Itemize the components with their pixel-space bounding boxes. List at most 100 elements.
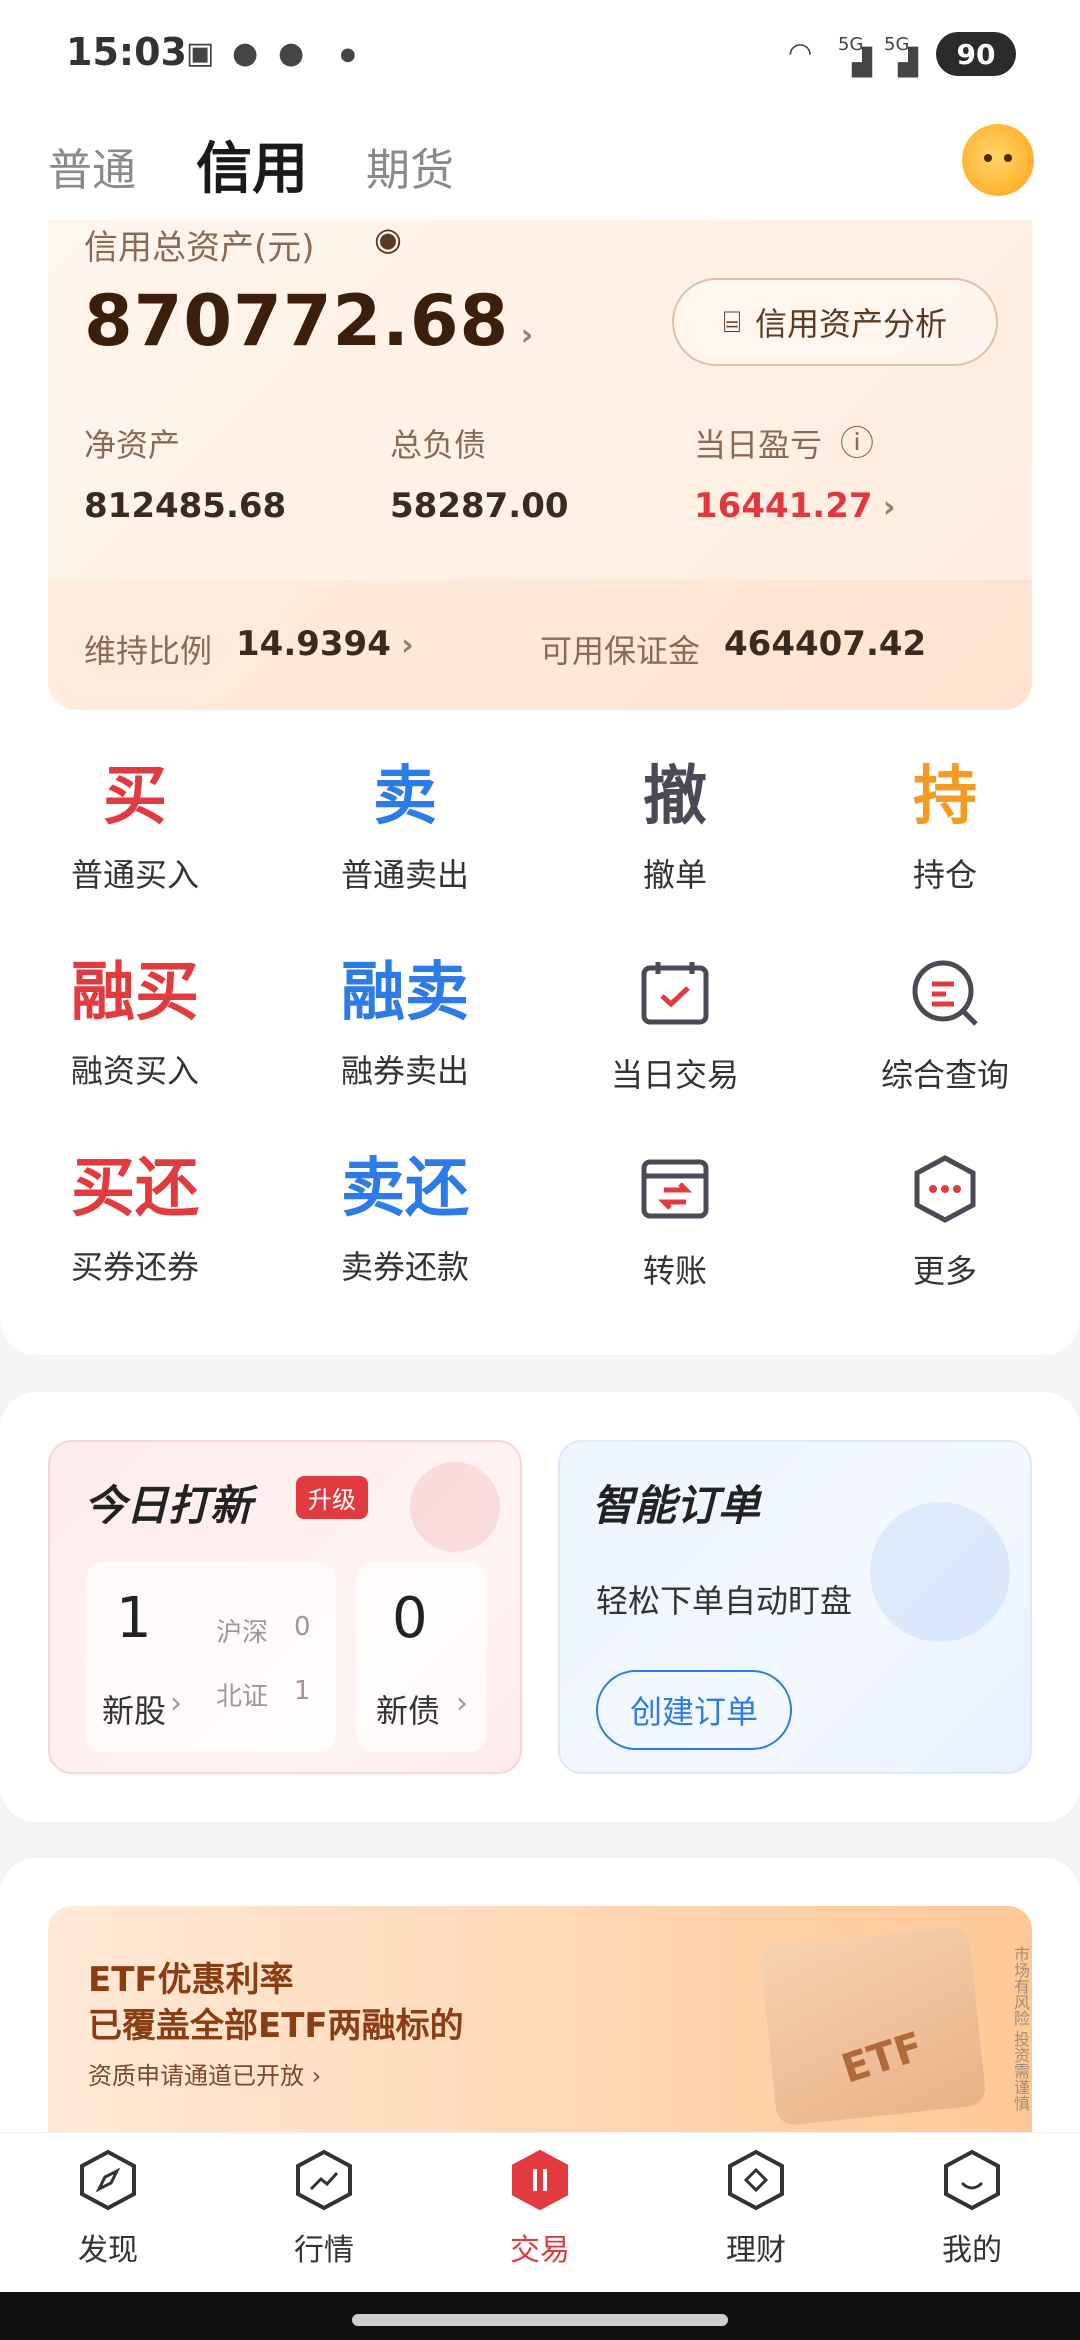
action-transfer[interactable]: 转账 — [540, 1144, 810, 1324]
etf-promo-banner[interactable]: ETF优惠利率 已覆盖全部ETF两融标的 资质申请通道已开放 › ETF 市场有… — [48, 1906, 1032, 2132]
nav-label: 理财 — [726, 2233, 786, 2268]
holdings-glyph: 持 — [913, 760, 977, 834]
risk-disclaimer: 市场有风险 投资需谨慎 — [1011, 1946, 1030, 2112]
nav-label: 发现 — [78, 2233, 138, 2268]
transfer-icon — [641, 1159, 709, 1219]
action-normal-sell[interactable]: 卖 普通卖出 — [270, 752, 540, 932]
action-query[interactable]: 综合查询 — [810, 948, 1080, 1128]
total-assets-value[interactable]: 870772.68 › — [84, 280, 534, 362]
smart-order-desc: 轻松下单自动盯盘 — [596, 1582, 853, 1620]
action-holdings[interactable]: 持 持仓 — [810, 752, 1080, 932]
sh-sz-label: 沪深 — [216, 1618, 269, 1648]
action-label: 买券还券 — [70, 1248, 199, 1286]
screenshot-icon: ▣ — [186, 36, 215, 71]
daily-pnl-number: 16441.27 — [694, 486, 873, 526]
action-label: 卖券还款 — [340, 1248, 469, 1286]
smart-order-card[interactable]: 智能订单 轻松下单自动盯盘 创建订单 — [558, 1440, 1032, 1774]
total-debt-label: 总负债 — [390, 426, 487, 464]
upgrade-badge: 升级 — [296, 1476, 368, 1519]
mascot-eye — [1004, 154, 1012, 162]
finance-icon — [728, 2149, 784, 2211]
action-label: 普通卖出 — [340, 856, 469, 894]
wechat-icon-2: ● — [278, 36, 305, 71]
ipo-today-card[interactable]: 今日打新 升级 1 新股 › 沪深 0 北证 1 0 新债 › — [48, 1440, 522, 1774]
nav-market[interactable]: 行情 — [216, 2149, 432, 2269]
bj-label: 北证 — [216, 1682, 269, 1712]
net-assets-value: 812485.68 — [84, 486, 287, 526]
account-type-tabs: 普通 信用 期货 — [0, 110, 1080, 220]
asset-card-upper — [48, 220, 1032, 580]
search-query-icon — [912, 960, 978, 1026]
action-buy-return[interactable]: 买还 买券还券 — [0, 1144, 270, 1324]
nav-finance[interactable]: 理财 — [648, 2149, 864, 2269]
chevron-right-icon: › — [456, 1686, 468, 1721]
bj-count: 1 — [294, 1676, 311, 1706]
daily-pnl-value[interactable]: 16441.27 › — [694, 486, 895, 526]
mascot-eye — [984, 154, 992, 162]
trade-icon — [512, 2149, 568, 2211]
short-sell-glyph: 融卖 — [341, 956, 469, 1030]
create-order-button[interactable]: 创建订单 — [596, 1670, 792, 1750]
wifi-icon: ◠ — [788, 36, 813, 69]
sell-glyph: 卖 — [373, 760, 437, 834]
new-stock-box[interactable]: 1 新股 › 沪深 0 北证 1 — [86, 1562, 336, 1752]
action-label: 转账 — [642, 1252, 707, 1290]
nav-profile[interactable]: 我的 — [864, 2149, 1080, 2269]
action-normal-buy[interactable]: 买 普通买入 — [0, 752, 270, 932]
maintenance-ratio-label: 维持比例 — [84, 632, 213, 670]
mascot-avatar-icon[interactable] — [962, 124, 1034, 196]
action-label: 持仓 — [912, 856, 977, 894]
tab-normal[interactable]: 普通 — [48, 134, 136, 198]
action-label: 当日交易 — [610, 1056, 739, 1094]
eye-visibility-icon[interactable]: ◉ — [374, 220, 402, 258]
new-stock-count: 1 — [116, 1586, 152, 1651]
credit-analysis-button[interactable]: ⌸ 信用资产分析 — [672, 278, 998, 366]
battery-level: 90 — [956, 37, 996, 71]
profile-icon — [944, 2149, 1000, 2211]
compass-icon — [80, 2149, 136, 2211]
maintenance-ratio-value[interactable]: 14.9394 › — [236, 624, 414, 664]
info-icon[interactable]: ⓘ — [840, 416, 874, 465]
action-more[interactable]: 更多 — [810, 1144, 1080, 1324]
margin-buy-glyph: 融买 — [71, 956, 199, 1030]
signal-bars-icon-1: ▟ — [852, 48, 872, 78]
action-sell-repay[interactable]: 卖还 卖券还款 — [270, 1144, 540, 1324]
home-indicator[interactable] — [352, 2314, 728, 2326]
banner-line-3-text: 资质申请通道已开放 — [88, 2062, 304, 2090]
ipo-title: 今日打新 — [84, 1481, 253, 1530]
available-margin-label: 可用保证金 — [540, 632, 701, 670]
nav-discover[interactable]: 发现 — [0, 2149, 216, 2269]
nav-trade[interactable]: 交易 — [432, 2149, 648, 2269]
action-label: 综合查询 — [880, 1056, 1009, 1094]
action-short-sell[interactable]: 融卖 融券卖出 — [270, 948, 540, 1128]
nav-label: 交易 — [510, 2233, 570, 2268]
action-daily-trades[interactable]: 当日交易 — [540, 948, 810, 1128]
nav-label: 行情 — [294, 2233, 354, 2268]
banner-line-2: 已覆盖全部ETF两融标的 — [88, 2006, 464, 2046]
status-bar: 15:03 ▣ ● ● ● ◠ 5G ▟ 5G ▟ 90 — [0, 0, 1080, 110]
buy-return-glyph: 买还 — [71, 1152, 199, 1226]
cancel-glyph: 撤 — [643, 760, 707, 834]
action-label: 撤单 — [642, 856, 707, 894]
credit-asset-card: 信用总资产(元) ◉ 870772.68 › ⌸ 信用资产分析 净资产 8124… — [48, 220, 1032, 710]
status-time: 15:03 — [66, 30, 187, 74]
action-label: 融券卖出 — [340, 1052, 469, 1090]
chevron-right-icon: › — [509, 318, 535, 353]
total-assets-label: 信用总资产(元) — [84, 228, 315, 268]
action-cancel-order[interactable]: 撤 撤单 — [540, 752, 810, 932]
action-margin-buy[interactable]: 融买 融资买入 — [0, 948, 270, 1128]
sell-repay-glyph: 卖还 — [341, 1152, 469, 1226]
wechat-icon: ● — [232, 36, 259, 71]
more-hexagon-icon — [914, 1155, 976, 1223]
tab-futures[interactable]: 期货 — [366, 134, 454, 198]
available-margin-value: 464407.42 — [724, 624, 927, 664]
new-stock-label: 新股 — [102, 1692, 167, 1730]
tab-credit[interactable]: 信用 — [196, 124, 308, 205]
total-assets-number: 870772.68 — [84, 280, 510, 362]
bottom-navigation: 发现 行情 交易 理财 我的 — [0, 2132, 1080, 2292]
gift-box-icon: ETF — [759, 1925, 987, 2127]
action-label: 普通买入 — [70, 856, 199, 894]
chevron-right-icon: › — [170, 1686, 182, 1721]
chevron-right-icon: › — [390, 628, 414, 663]
new-bond-box[interactable]: 0 新债 › — [356, 1562, 486, 1752]
